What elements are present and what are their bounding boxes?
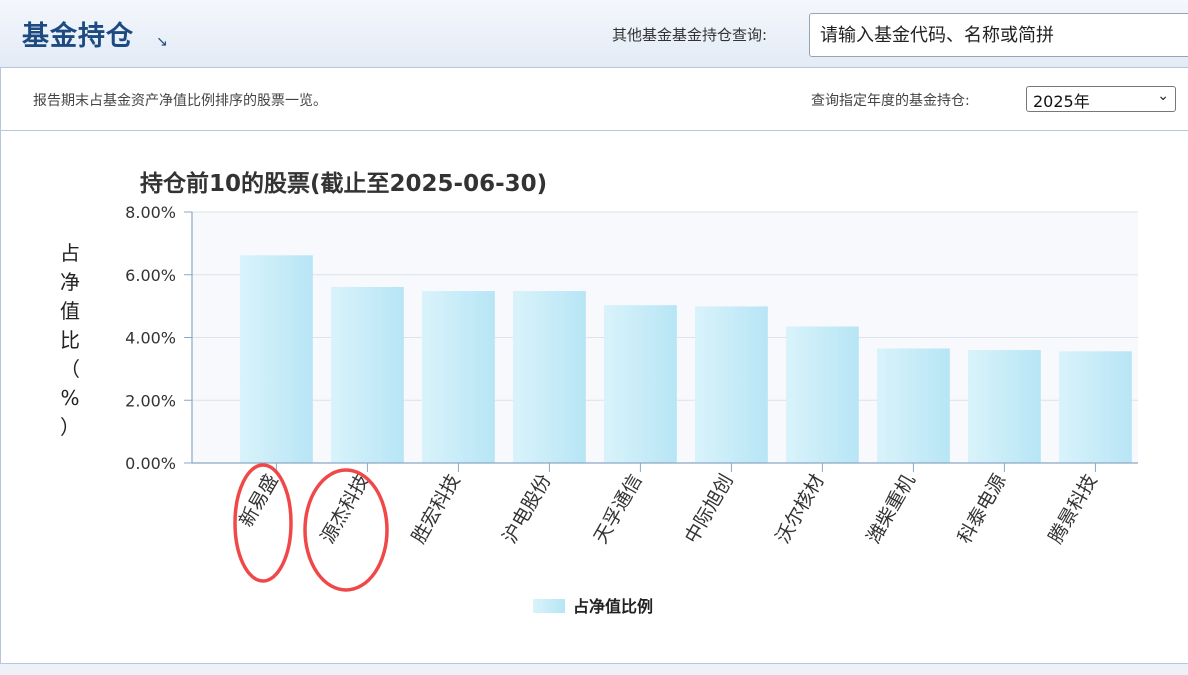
expand-arrow-icon[interactable]: ↘	[156, 34, 168, 50]
year-select-value: 2025年	[1033, 92, 1090, 111]
page-header: 基金持仓 ↘ 其他基金基金持仓查询:	[0, 0, 1188, 68]
fund-query-label: 其他基金基金持仓查询:	[612, 26, 768, 44]
page-title: 基金持仓	[22, 21, 134, 52]
year-select[interactable]: 2025年 ⌄	[1026, 86, 1176, 112]
holdings-subbar: 报告期末占基金资产净值比例排序的股票一览。 查询指定年度的基金持仓: 2025年…	[1, 68, 1188, 131]
holdings-description: 报告期末占基金资产净值比例排序的股票一览。	[33, 93, 327, 109]
chevron-down-icon: ⌄	[1157, 88, 1169, 104]
holdings-panel: 报告期末占基金资产净值比例排序的股票一览。 查询指定年度的基金持仓: 2025年…	[0, 68, 1188, 664]
bottom-strip	[0, 664, 1188, 675]
year-select-label: 查询指定年度的基金持仓:	[811, 93, 970, 109]
fund-search-input[interactable]	[809, 13, 1188, 57]
